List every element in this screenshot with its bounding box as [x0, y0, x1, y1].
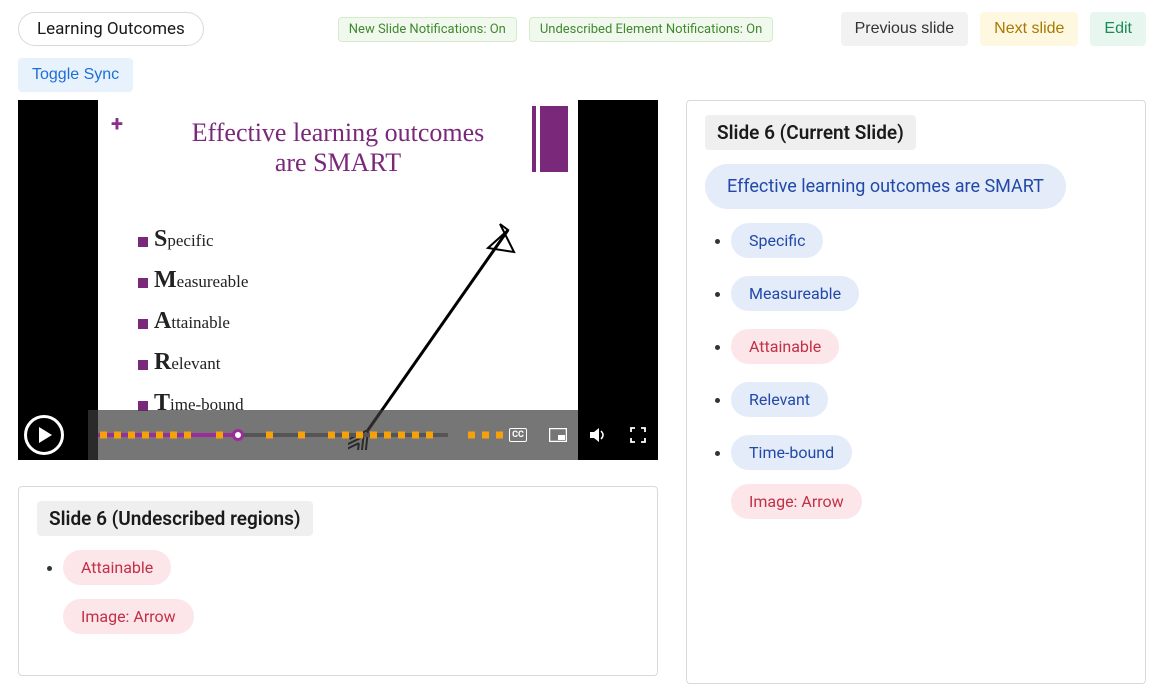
toggle-sync-button[interactable]: Toggle Sync	[18, 58, 133, 92]
region-chip[interactable]: Image: Arrow	[63, 599, 194, 634]
play-button[interactable]	[24, 415, 64, 455]
undescribed-notif-badge: Undescribed Element Notifications: On	[529, 17, 773, 42]
element-chip[interactable]: Relevant	[731, 382, 828, 417]
region-chip[interactable]: Attainable	[63, 550, 171, 585]
play-icon	[39, 427, 52, 443]
slide-decor-box	[540, 106, 568, 172]
captions-button[interactable]: CC	[498, 410, 538, 460]
list-item: Measureable	[731, 276, 1127, 311]
next-slide-button[interactable]: Next slide	[980, 12, 1078, 46]
edit-button[interactable]: Edit	[1090, 12, 1146, 46]
smart-list: Specific Measureable Attainable Relevant…	[138, 212, 248, 431]
list-item: Attainable Image: Arrow	[63, 550, 639, 634]
list-item: Specific	[731, 223, 1127, 258]
element-chip[interactable]: Image: Arrow	[731, 484, 862, 519]
current-slide-panel: Slide 6 (Current Slide) Effective learni…	[686, 100, 1146, 684]
list-item: Relevant	[731, 382, 1127, 417]
page-title: Learning Outcomes	[18, 12, 204, 46]
list-item: Attainable	[731, 329, 1127, 364]
playhead[interactable]	[232, 429, 244, 441]
slide-canvas: + Effective learning outcomes are SMART …	[98, 100, 578, 460]
list-item: Time-bound Image: Arrow	[731, 435, 1127, 519]
previous-slide-button[interactable]: Previous slide	[841, 12, 969, 46]
element-chip[interactable]: Specific	[731, 223, 823, 258]
pip-button[interactable]	[538, 410, 578, 460]
slide-decor-bar	[532, 106, 536, 172]
video-player[interactable]: + Effective learning outcomes are SMART …	[18, 100, 658, 460]
slide-title: Effective learning outcomes are SMART	[98, 118, 578, 178]
video-timeline[interactable]: CC	[88, 410, 578, 460]
undescribed-panel-header: Slide 6 (Undescribed regions)	[37, 501, 313, 536]
volume-button[interactable]	[578, 410, 618, 460]
undescribed-regions-panel: Slide 6 (Undescribed regions) Attainable…	[18, 486, 658, 676]
current-panel-header: Slide 6 (Current Slide)	[705, 115, 916, 150]
fullscreen-button[interactable]	[618, 410, 658, 460]
plus-icon: +	[111, 112, 123, 137]
slide-title-chip[interactable]: Effective learning outcomes are SMART	[705, 164, 1066, 209]
new-slide-notif-badge: New Slide Notifications: On	[338, 17, 517, 42]
element-chip[interactable]: Time-bound	[731, 435, 852, 470]
element-chip[interactable]: Attainable	[731, 329, 839, 364]
element-chip[interactable]: Measureable	[731, 276, 859, 311]
